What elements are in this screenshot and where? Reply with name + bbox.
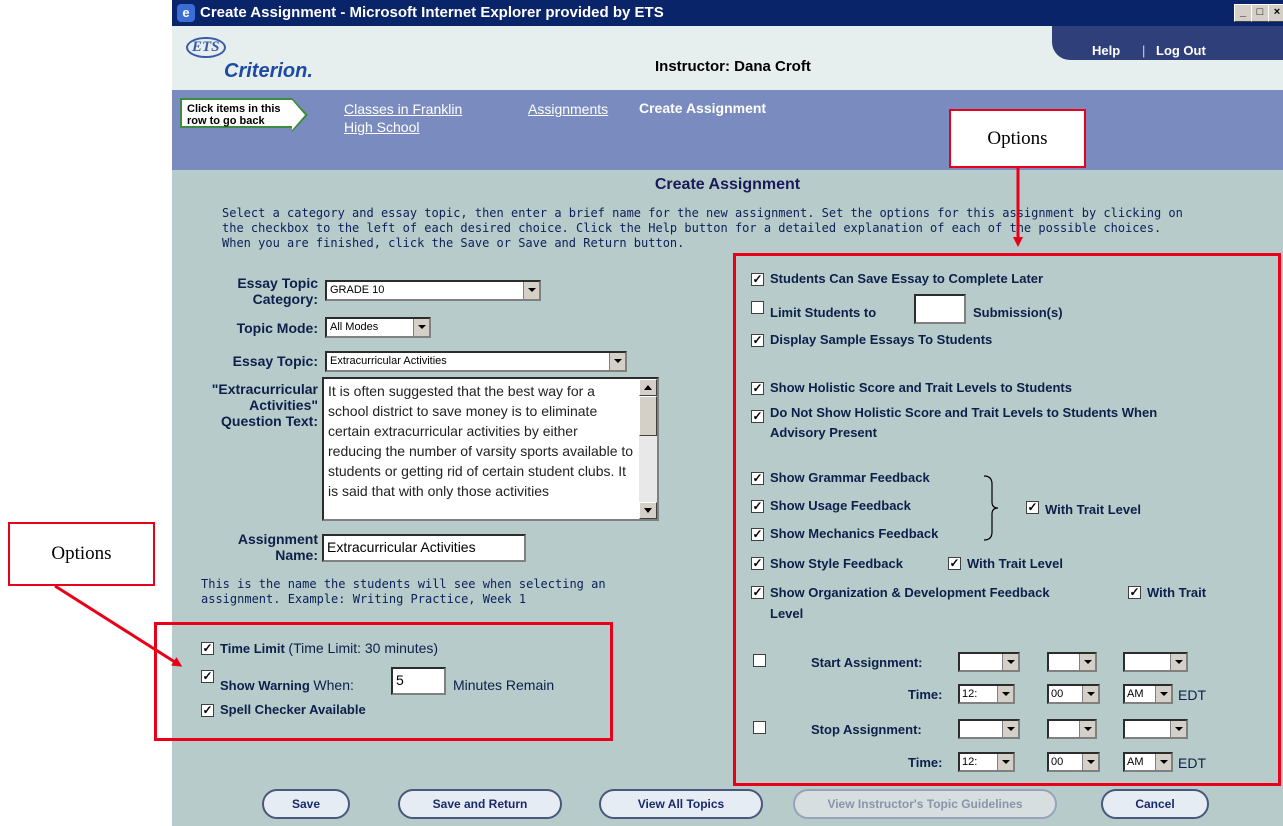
instructor-name: Instructor: Dana Croft (655, 58, 811, 75)
chevron-down-icon (413, 319, 429, 336)
scroll-thumb[interactable] (639, 396, 657, 436)
view-all-topics-button[interactable]: View All Topics (599, 789, 763, 819)
criterion-logo: Criterion. (224, 60, 313, 82)
breadcrumb-hint: Click items in this row to go back (180, 98, 308, 134)
breadcrumb-classes[interactable]: Classes in Franklin High School (344, 100, 462, 136)
window-title: Create Assignment - Microsoft Internet E… (200, 4, 664, 21)
help-bar: Help | Log Out (1052, 26, 1283, 60)
options-highlight-right (733, 253, 1281, 786)
essay-topic-label: Essay Topic: (232, 353, 318, 369)
minimize-button[interactable]: _ (1234, 4, 1252, 22)
chevron-down-icon (609, 353, 625, 370)
instructions-text: Select a category and essay topic, then … (222, 206, 1183, 250)
chevron-down-icon (523, 282, 539, 299)
essay-topic-select[interactable]: Extracurricular Activities (325, 351, 627, 372)
assignment-name-label: Assignment Name: (237, 531, 318, 563)
assignment-name-input[interactable]: Extracurricular Activities (322, 534, 526, 562)
question-text-label: "Extracurricular Activities" Question Text… (211, 381, 318, 429)
page-title: Create Assignment (654, 176, 801, 193)
help-link[interactable]: Help (1092, 43, 1120, 58)
breadcrumb: Click items in this row to go back Class… (172, 90, 1283, 170)
scroll-up-icon[interactable] (639, 379, 657, 396)
question-scrollbar[interactable] (639, 379, 657, 519)
options-callout-top: Options (949, 109, 1086, 168)
close-button[interactable]: × (1268, 4, 1283, 22)
breadcrumb-current: Create Assignment (639, 100, 767, 116)
title-bar: e Create Assignment - Microsoft Internet… (172, 0, 1283, 26)
topic-mode-select[interactable]: All Modes (325, 317, 431, 338)
cancel-button[interactable]: Cancel (1101, 789, 1209, 819)
topic-guidelines-button[interactable]: View Instructor's Topic Guidelines (793, 789, 1057, 819)
options-callout-left: Options (8, 522, 155, 586)
breadcrumb-assignments[interactable]: Assignments (528, 100, 608, 118)
maximize-button[interactable]: □ (1251, 4, 1269, 22)
internet-explorer-icon: e (177, 4, 195, 22)
question-textarea[interactable]: It is often suggested that the best way … (322, 377, 659, 521)
app-header: ETS Criterion. Instructor: Dana Croft He… (172, 26, 1283, 90)
save-button[interactable]: Save (262, 789, 350, 819)
separator: | (1142, 43, 1146, 58)
category-select[interactable]: GRADE 10 (325, 280, 541, 301)
scroll-down-icon[interactable] (639, 502, 657, 519)
assignment-name-hint: This is the name the students will see w… (201, 577, 606, 606)
options-highlight-left (154, 622, 613, 741)
ets-logo: ETS (186, 34, 226, 58)
topic-mode-label: Topic Mode: (236, 320, 318, 336)
category-label: Essay Topic Category: (237, 275, 318, 307)
logout-link[interactable]: Log Out (1156, 43, 1206, 58)
save-and-return-button[interactable]: Save and Return (398, 789, 562, 819)
